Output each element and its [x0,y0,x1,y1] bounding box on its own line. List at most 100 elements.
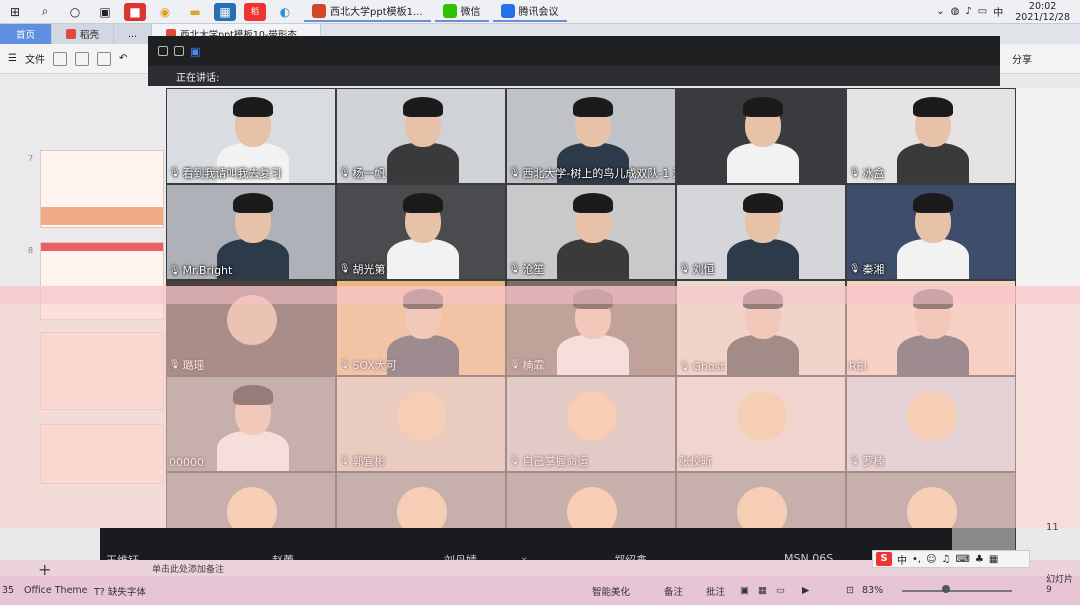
video-tile[interactable]: 🎙 冰盒 [846,88,1016,184]
taskbar-wechat-app[interactable]: 微信 [434,2,489,22]
window-icon[interactable] [174,46,184,56]
video-tile[interactable]: 🎙 刘恒 [676,184,846,280]
participant-name-label: 🎙 Mr.Bright [169,264,232,277]
video-tile[interactable]: 🎙 杨一帆 [336,88,506,184]
video-tile[interactable]: 🎙 罗楠 [846,376,1016,472]
play-icon[interactable]: ▶ [802,585,809,596]
taskbar-ppt-app[interactable]: 西北大学ppt模板1... [304,2,431,22]
video-tile[interactable]: 🎙 郭宜彬 [336,376,506,472]
participant-name: 看到我请叫我去复习 [182,167,282,180]
keyboard-icon[interactable]: ⌨ [955,554,969,565]
ime-icon[interactable]: 中 [993,4,1003,19]
participant-name-label: 🎙西北大学-树上的鸟儿成双队-1 汪浩源 [509,165,675,181]
wps-icon[interactable]: 稻 [244,2,266,21]
participant-video [727,143,799,183]
participant-video [557,239,629,279]
video-tile[interactable]: 🎙 沧笙 [506,184,676,280]
network-icon[interactable]: ◍ [951,6,960,17]
screen-artifact [0,286,1080,304]
tools-icon[interactable]: ▦ [989,554,998,565]
slide-thumbnail[interactable] [40,242,164,320]
participant-hair [913,97,953,117]
fit-icon[interactable]: ⊡ [846,585,854,596]
microphone-icon: 🎙 [339,360,351,370]
volume-icon[interactable]: ♪ [965,6,971,17]
tab-docer[interactable]: 稻壳 [52,24,115,44]
microphone-icon: 🎙 [509,168,521,178]
skin-icon[interactable]: ♣ [975,554,984,565]
participant-name-label: 🎙 SOX大可 [339,357,397,373]
clock[interactable]: 20:02 2021/12/28 [1015,1,1070,23]
slide-thumbnail[interactable] [40,150,164,228]
export-icon[interactable] [74,51,89,66]
reading-view-icon[interactable]: ▭ [776,585,785,596]
microphone-icon: 🎙 [169,168,181,178]
edge-icon[interactable]: ◐ [274,3,296,21]
folder-icon[interactable]: ▬ [184,3,206,21]
video-tile[interactable]: 🎙 看到我请叫我去复习 [166,88,336,184]
video-tile[interactable]: 00000 [166,376,336,472]
participant-video [897,335,969,375]
participant-hair [743,97,783,117]
video-tile[interactable]: 🎙 Mr.Bright [166,184,336,280]
slide-thumbnail[interactable] [40,332,164,410]
cortana-icon[interactable]: ○ [64,3,86,21]
comments-button[interactable]: 批注 [706,584,725,598]
search-icon[interactable]: ⌕ [34,3,56,21]
zoom-slider-thumb[interactable] [942,585,950,593]
smart-beautify-button[interactable]: 智能美化 [592,584,630,598]
chevron-up-icon[interactable]: ⌄ [936,6,944,17]
ppt-status-bar: 35 Office Theme T? 缺失字体 智能美化 备注 批注 ▣ ▦ ▭… [0,576,1080,605]
punctuation-icon[interactable]: •, [912,554,921,565]
participant-name-label: REI [849,360,867,373]
sogou-icon[interactable]: S [876,552,892,566]
participant-video [387,335,459,375]
video-tile[interactable]: 🎙西北大学-树上的鸟儿成双队-1 汪浩源 [506,88,676,184]
menu-icon[interactable]: ☰ [8,53,17,64]
task-view-icon[interactable]: ▣ [94,3,116,21]
missing-font-label: 缺失字体 [107,586,146,598]
video-tile[interactable]: 🎙 胡光第 [336,184,506,280]
file-menu[interactable]: 文件 [25,51,45,66]
window-icon[interactable] [158,46,168,56]
voice-icon[interactable]: ♫ [942,554,951,565]
participant-video [727,335,799,375]
participant-name: 张佼昕 [679,455,712,468]
add-notes-hint: 单击此处添加备注 [152,565,225,575]
battery-icon[interactable]: ▭ [978,6,987,17]
participant-hair [233,385,273,405]
video-tile[interactable] [676,88,846,184]
zoom-slider[interactable] [902,590,1012,592]
print-icon[interactable] [96,51,111,66]
slide-thumbnail[interactable] [40,424,164,484]
participant-hair [233,97,273,117]
participant-name: 璐瑶 [182,359,205,372]
participant-hair [233,193,273,213]
undo-icon[interactable]: ↶ [119,53,127,64]
ime-toolbar: S 中 •, ☺ ♫ ⌨ ♣ ▦ [872,550,1030,568]
notes-button[interactable]: 备注 [664,584,683,598]
ime-chinese-toggle[interactable]: 中 [897,552,907,567]
video-tile[interactable]: 🎙 秦湘 [846,184,1016,280]
save-icon[interactable] [52,51,67,66]
zoom-level[interactable]: 83% [862,585,883,596]
emoji-icon[interactable]: ☺ [926,554,936,565]
chrome-icon[interactable]: ◉ [154,3,176,21]
windows-start-icon[interactable]: ⊞ [4,3,26,21]
app-store-icon[interactable]: ■ [124,2,146,21]
app-icon[interactable]: ▦ [214,2,236,21]
missing-font-button[interactable]: T? 缺失字体 [94,584,146,598]
video-tile[interactable]: 张佼昕 [676,376,846,472]
taskbar-meeting-app[interactable]: 腾讯会议 [492,2,567,22]
participant-video [387,239,459,279]
participant-name: 刘恒 [692,263,715,276]
clock-date: 2021/12/28 [1015,11,1070,23]
share-button[interactable]: 分享 [1012,51,1032,66]
tab-doc[interactable]: ... [114,24,153,44]
participant-name: 胡光第 [352,263,386,276]
sorter-view-icon[interactable]: ▦ [758,585,767,596]
normal-view-icon[interactable]: ▣ [740,585,749,596]
microphone-icon: 🎙 [339,456,351,466]
video-tile[interactable]: 🎙 自己掌握命运 [506,376,676,472]
tab-home[interactable]: 首页 [0,24,52,44]
